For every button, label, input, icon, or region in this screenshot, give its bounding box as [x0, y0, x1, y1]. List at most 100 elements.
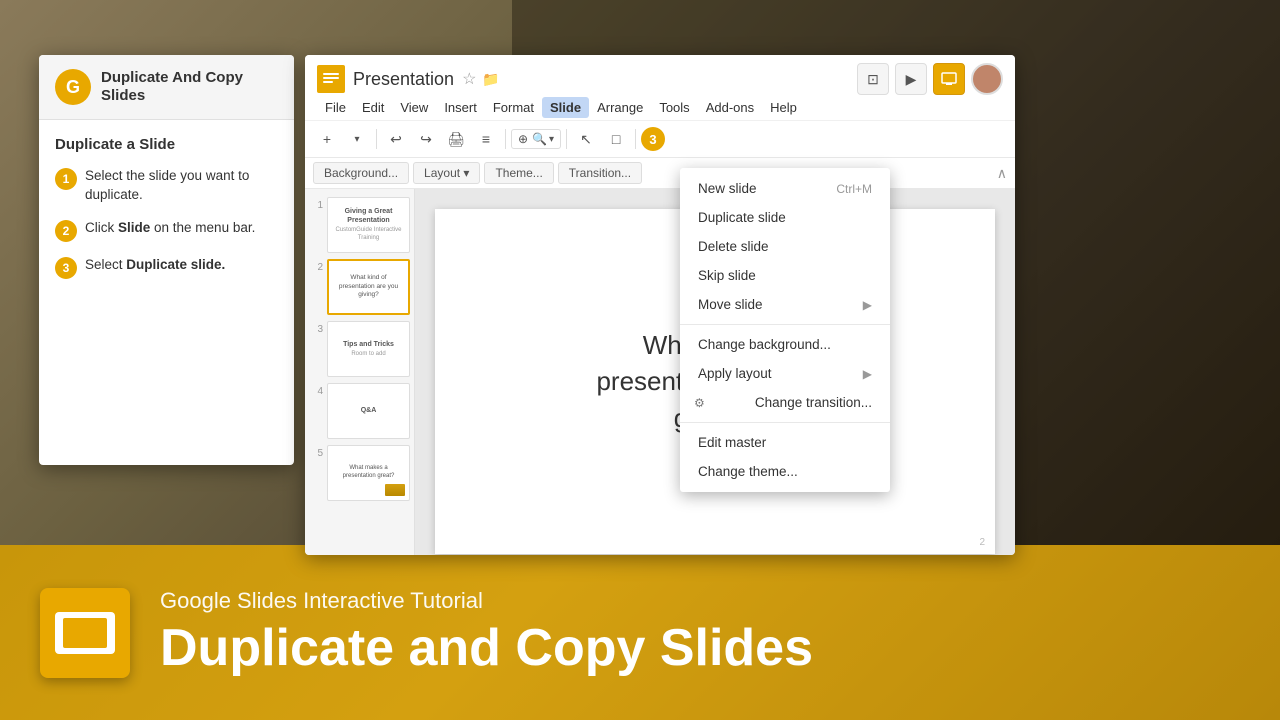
- slide-thumb-inner-4[interactable]: Q&A: [327, 383, 410, 439]
- textbox-btn[interactable]: □: [602, 125, 630, 153]
- menu-item-delete-slide[interactable]: Delete slide: [680, 232, 890, 261]
- menu-insert[interactable]: Insert: [436, 97, 485, 118]
- print-btn[interactable]: 🖨: [442, 125, 470, 153]
- move-slide-arrow: ▶: [863, 298, 872, 312]
- menu-item-change-background[interactable]: Change background...: [680, 330, 890, 359]
- menu-arrange[interactable]: Arrange: [589, 97, 651, 118]
- step-text-3: Select Duplicate slide.: [85, 256, 225, 275]
- move-slide-label: Move slide: [698, 297, 763, 312]
- menu-format[interactable]: Format: [485, 97, 542, 118]
- share-button[interactable]: ▶: [895, 63, 927, 95]
- toolbar-sep-2: [505, 129, 506, 149]
- slide-panel: 1 Giving a Great Presentation CustomGuid…: [305, 189, 415, 555]
- new-slide-dropdown[interactable]: ▾: [343, 125, 371, 153]
- slide-thumb-inner-5[interactable]: What makes a presentation great?: [327, 445, 410, 501]
- slide-thumb-2: 2 What kind of presentation are you givi…: [309, 259, 410, 315]
- zoom-icon: ⊕: [518, 132, 528, 146]
- menu-item-change-transition[interactable]: ⚙ Change transition...: [680, 388, 890, 417]
- sidebar-content: Duplicate a Slide 1 Select the slide you…: [39, 120, 294, 309]
- menu-slide[interactable]: Slide: [542, 97, 589, 118]
- menu-file[interactable]: File: [317, 97, 354, 118]
- step-text-2: Click Slide on the menu bar.: [85, 219, 255, 238]
- delete-slide-label: Delete slide: [698, 239, 769, 254]
- menu-item-apply-layout[interactable]: Apply layout ▶: [680, 359, 890, 388]
- window-title: Presentation: [353, 69, 454, 90]
- slide-thumb-1: 1 Giving a Great Presentation CustomGuid…: [309, 197, 410, 253]
- slide-thumb-inner-2[interactable]: What kind of presentation are you giving…: [327, 259, 410, 315]
- dropdown-sep-1: [680, 324, 890, 325]
- step-3-toolbar-badge: 3: [641, 127, 665, 151]
- format-btn[interactable]: ≡: [472, 125, 500, 153]
- menu-tools[interactable]: Tools: [651, 97, 697, 118]
- slide-thumb-5: 5 What makes a presentation great?: [309, 445, 410, 501]
- dropdown-sep-2: [680, 422, 890, 423]
- sidebar-step-2: 2 Click Slide on the menu bar.: [55, 219, 278, 242]
- change-theme-label: Change theme...: [698, 464, 798, 479]
- new-slide-shortcut: Ctrl+M: [836, 182, 872, 196]
- present-button[interactable]: ⊡: [857, 63, 889, 95]
- menu-item-edit-master[interactable]: Edit master: [680, 428, 890, 457]
- slide-5-image: [385, 484, 405, 496]
- banner-title: Duplicate and Copy Slides: [160, 620, 813, 677]
- menu-item-change-theme[interactable]: Change theme...: [680, 457, 890, 486]
- slide-num-5: 5: [309, 448, 323, 459]
- folder-icon[interactable]: 📁: [482, 71, 499, 88]
- cursor-btn[interactable]: ↖: [572, 125, 600, 153]
- transition-icon: ⚙: [694, 396, 705, 410]
- menu-item-duplicate-slide[interactable]: Duplicate slide: [680, 203, 890, 232]
- skip-slide-label: Skip slide: [698, 268, 756, 283]
- menu-item-move-slide[interactable]: Move slide ▶: [680, 290, 890, 319]
- sidebar-logo: G: [55, 69, 91, 105]
- window-controls: ⊡ ▶: [857, 63, 1003, 95]
- slide-thumb-inner-3[interactable]: Tips and Tricks Room to add: [327, 321, 410, 377]
- duplicate-slide-label: Duplicate slide: [698, 210, 786, 225]
- slide-thumb-inner-1[interactable]: Giving a Great Presentation CustomGuide …: [327, 197, 410, 253]
- zoom-control[interactable]: ⊕ 🔍 ▾: [511, 129, 561, 149]
- menu-item-skip-slide[interactable]: Skip slide: [680, 261, 890, 290]
- menu-view[interactable]: View: [392, 97, 436, 118]
- apply-layout-arrow: ▶: [863, 367, 872, 381]
- menu-addons[interactable]: Add-ons: [698, 97, 762, 118]
- zoom-dropdown: ▾: [549, 134, 554, 145]
- slide-thumb-3: 3 Tips and Tricks Room to add: [309, 321, 410, 377]
- layout-btn[interactable]: Layout ▾: [413, 162, 480, 184]
- transition-btn[interactable]: Transition...: [558, 162, 642, 184]
- menu-item-new-slide[interactable]: New slide Ctrl+M: [680, 174, 890, 203]
- slide-dropdown-menu: New slide Ctrl+M Duplicate slide Delete …: [680, 168, 890, 492]
- sidebar-panel: G Duplicate And Copy Slides Duplicate a …: [39, 55, 294, 465]
- toolbar-sep-3: [566, 129, 567, 149]
- user-avatar[interactable]: [971, 63, 1003, 95]
- slides-main: 1 Giving a Great Presentation CustomGuid…: [305, 189, 1015, 555]
- slide-num-3: 3: [309, 324, 323, 335]
- slides-window: Presentation ☆ 📁 ⊡ ▶ File Edit View Inse…: [305, 55, 1015, 555]
- apply-layout-label: Apply layout: [698, 366, 772, 381]
- redo-btn[interactable]: ↪: [412, 125, 440, 153]
- undo-btn[interactable]: ↩: [382, 125, 410, 153]
- step-text-1: Select the slide you want to duplicate.: [85, 167, 278, 205]
- star-icon[interactable]: ☆: [462, 69, 476, 89]
- slide-thumb-4: 4 Q&A: [309, 383, 410, 439]
- menu-help[interactable]: Help: [762, 97, 805, 118]
- slide-num-4: 4: [309, 386, 323, 397]
- bottom-banner: Google Slides Interactive Tutorial Dupli…: [0, 545, 1280, 720]
- background-btn[interactable]: Background...: [313, 162, 409, 184]
- sidebar-section-title: Duplicate a Slide: [55, 136, 278, 153]
- toolbar: + ▾ ↩ ↪ 🖨 ≡ ⊕ 🔍 ▾ ↖ □ 3: [305, 121, 1015, 158]
- slide-num-1: 1: [309, 200, 323, 211]
- menu-edit[interactable]: Edit: [354, 97, 392, 118]
- slides-icon-svg: [55, 603, 115, 663]
- doc-icon: [317, 65, 345, 93]
- new-slide-btn[interactable]: +: [313, 125, 341, 153]
- zoom-value: 🔍: [532, 132, 547, 146]
- sidebar-step-1: 1 Select the slide you want to duplicate…: [55, 167, 278, 205]
- change-bg-label: Change background...: [698, 337, 831, 352]
- toolbar-sep-4: [635, 129, 636, 149]
- present-main-button[interactable]: [933, 63, 965, 95]
- slide-num-2: 2: [309, 262, 323, 273]
- step-badge-3: 3: [55, 257, 77, 279]
- slide-page-number: 2: [979, 537, 985, 548]
- banner-subtitle: Google Slides Interactive Tutorial: [160, 588, 813, 614]
- collapse-btn[interactable]: ∧: [997, 165, 1007, 182]
- sidebar-header: G Duplicate And Copy Slides: [39, 55, 294, 120]
- theme-btn[interactable]: Theme...: [484, 162, 553, 184]
